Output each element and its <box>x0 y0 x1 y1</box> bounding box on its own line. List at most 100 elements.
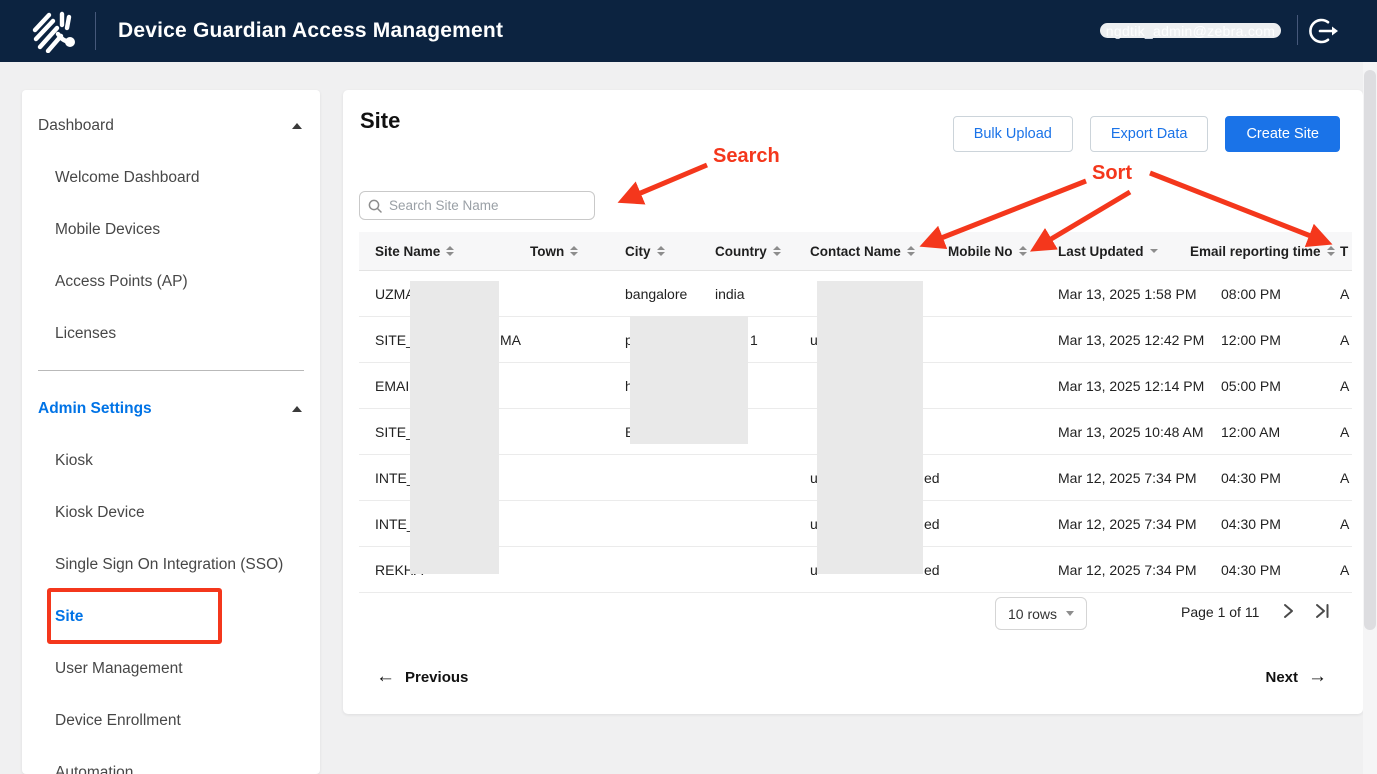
sidebar-item-label: Welcome Dashboard <box>55 169 199 187</box>
cell-last-updated: Mar 12, 2025 7:34 PM <box>1058 562 1190 578</box>
cell-email-reporting-time: 12:00 PM <box>1190 332 1340 348</box>
sidebar-item-mobile-devices[interactable]: Mobile Devices <box>22 204 320 256</box>
site-search-box[interactable] <box>359 191 595 220</box>
sort-icon <box>446 246 454 256</box>
sidebar-item-licenses[interactable]: Licenses <box>22 308 320 360</box>
sidebar-item-welcome-dashboard[interactable]: Welcome Dashboard <box>22 152 320 204</box>
toolbar: Bulk Upload Export Data Create Site <box>953 116 1340 152</box>
sidebar-item-label: Automation <box>55 764 133 774</box>
cell-email-reporting-time: 04:30 PM <box>1190 562 1340 578</box>
sidebar-item-device-enrollment[interactable]: Device Enrollment <box>22 695 320 747</box>
arrow-right-icon: → <box>1308 666 1327 688</box>
next-label: Next <box>1265 669 1298 686</box>
footer-nav: ← Previous Next → <box>343 666 1363 692</box>
column-label: Contact Name <box>810 244 901 259</box>
rows-per-page-select[interactable]: 10 rows <box>995 597 1087 630</box>
email-redaction-bar <box>1100 23 1281 38</box>
page-scrollbar[interactable] <box>1363 62 1377 774</box>
search-input[interactable] <box>389 198 586 213</box>
sidebar-item-label: Site <box>55 608 83 626</box>
chevron-up-icon <box>292 406 302 412</box>
logout-icon[interactable] <box>1308 16 1340 46</box>
create-site-button[interactable]: Create Site <box>1225 116 1340 152</box>
topbar: Device Guardian Access Management ngdtik… <box>0 0 1377 62</box>
column-header-last-updated[interactable]: Last Updated <box>1058 244 1190 259</box>
sidebar-item-site[interactable]: Site <box>22 591 320 643</box>
sidebar-item-label: Admin Settings <box>38 400 152 418</box>
table-header-row: Site Name Town City Country Contact Name… <box>359 232 1352 271</box>
sidebar-item-admin-settings[interactable]: Admin Settings <box>22 383 320 435</box>
sort-icon <box>570 246 578 256</box>
sidebar-item-label: Kiosk <box>55 452 93 470</box>
previous-label: Previous <box>405 669 468 686</box>
sort-icon <box>773 246 781 256</box>
cell-email-reporting-time: 12:00 AM <box>1190 424 1340 440</box>
sidebar-item-label: Dashboard <box>38 117 114 135</box>
column-label: Email reporting time <box>1190 244 1321 259</box>
previous-button[interactable]: ← Previous <box>376 666 468 688</box>
column-header-town[interactable]: Town <box>530 244 625 259</box>
sidebar-item-label: Mobile Devices <box>55 221 160 239</box>
sidebar-item-label: Single Sign On Integration (SSO) <box>55 556 283 574</box>
column-header-city[interactable]: City <box>625 244 715 259</box>
annotation-sort-label: Sort <box>1092 162 1132 185</box>
column-label: Site Name <box>375 244 440 259</box>
cell-email-reporting-time: 05:00 PM <box>1190 378 1340 394</box>
sidebar-item-automation[interactable]: Automation <box>22 747 320 774</box>
next-button[interactable]: Next → <box>1265 666 1327 688</box>
cell-timezone: A <box>1340 332 1352 348</box>
site-page-card: Site Bulk Upload Export Data Create Site… <box>343 90 1363 714</box>
sort-icon <box>1327 246 1335 256</box>
annotation-search-label: Search <box>713 145 780 168</box>
cell-city: bangalore <box>625 286 715 302</box>
cell-timezone: A <box>1340 562 1352 578</box>
zebra-logo-icon <box>28 9 80 53</box>
cell-email-reporting-time: 08:00 PM <box>1190 286 1340 302</box>
sort-icon <box>657 246 665 256</box>
sidebar-item-label: User Management <box>55 660 183 678</box>
sidebar-item-label: Kiosk Device <box>55 504 145 522</box>
sidebar-item-label: Licenses <box>55 325 116 343</box>
user-email: ngdtik_admin@zebra.com <box>1100 20 1281 43</box>
export-data-button[interactable]: Export Data <box>1090 116 1209 152</box>
cell-timezone: A <box>1340 424 1352 440</box>
arrow-left-icon: ← <box>376 666 395 688</box>
cell-last-updated: Mar 13, 2025 12:14 PM <box>1058 378 1190 394</box>
column-label: City <box>625 244 651 259</box>
column-header-site-name[interactable]: Site Name <box>375 244 530 259</box>
sidebar-item-kiosk[interactable]: Kiosk <box>22 435 320 487</box>
column-label: Country <box>715 244 767 259</box>
column-header-country[interactable]: Country <box>715 244 810 259</box>
bulk-upload-button[interactable]: Bulk Upload <box>953 116 1073 152</box>
sidebar-item-access-points[interactable]: Access Points (AP) <box>22 256 320 308</box>
cell-timezone: A <box>1340 516 1352 532</box>
sidebar-item-label: Access Points (AP) <box>55 273 188 291</box>
redaction-block-contact-name <box>817 281 923 574</box>
topbar-divider <box>1297 15 1298 45</box>
column-header-contact-name[interactable]: Contact Name <box>810 244 948 259</box>
page-title: Site <box>360 108 400 134</box>
sidebar-divider <box>38 370 304 371</box>
scrollbar-thumb[interactable] <box>1364 70 1376 630</box>
sidebar-item-label: Device Enrollment <box>55 712 181 730</box>
page-info: Page 1 of 11 <box>1181 604 1259 620</box>
cell-timezone: A <box>1340 286 1352 302</box>
sidebar-item-kiosk-device[interactable]: Kiosk Device <box>22 487 320 539</box>
column-label: T <box>1340 244 1348 259</box>
rows-per-page-value: 10 rows <box>1008 606 1057 622</box>
last-page-icon[interactable] <box>1309 598 1335 624</box>
column-header-mobile-no[interactable]: Mobile No <box>948 244 1058 259</box>
cell-timezone: A <box>1340 470 1352 486</box>
column-header-truncated[interactable]: T <box>1340 244 1352 259</box>
redaction-block-site-name <box>410 281 499 574</box>
sidebar-item-sso[interactable]: Single Sign On Integration (SSO) <box>22 539 320 591</box>
sort-desc-icon <box>1150 249 1158 253</box>
column-label: Mobile No <box>948 244 1013 259</box>
next-page-icon[interactable] <box>1275 598 1301 624</box>
sidebar-item-user-management[interactable]: User Management <box>22 643 320 695</box>
column-header-email-reporting-time[interactable]: Email reporting time <box>1190 244 1340 259</box>
cell-last-updated: Mar 13, 2025 1:58 PM <box>1058 286 1190 302</box>
sidebar-item-dashboard[interactable]: Dashboard <box>22 100 320 152</box>
topbar-divider <box>95 12 96 50</box>
search-icon <box>368 199 382 213</box>
